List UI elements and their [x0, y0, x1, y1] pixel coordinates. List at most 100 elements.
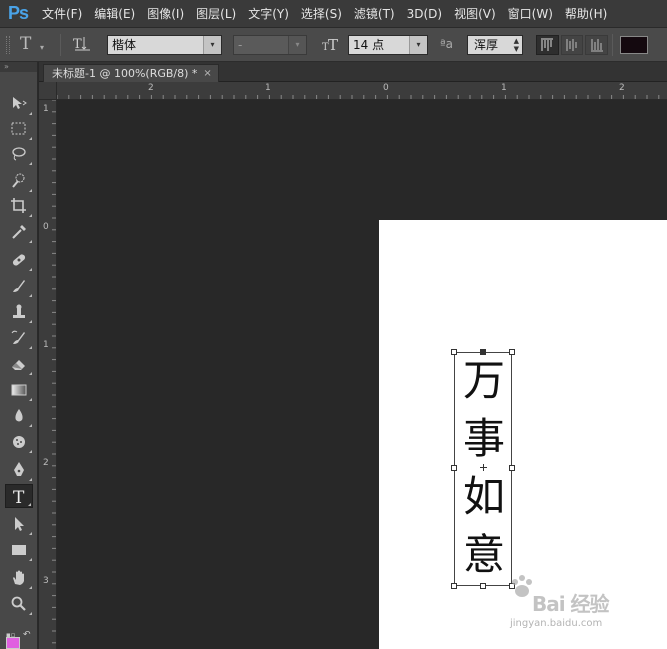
tools-panel: » T ▪▫ ↶ — [0, 62, 38, 649]
font-size-select[interactable]: 14 点 ▾ — [348, 35, 428, 55]
menu-item[interactable]: 选择(S) — [295, 0, 348, 28]
dodge-tool[interactable] — [5, 430, 33, 454]
move-icon — [13, 97, 27, 109]
blur-icon — [15, 409, 23, 422]
menu-item[interactable]: 文字(Y) — [242, 0, 295, 28]
align-bottom-button[interactable] — [585, 35, 609, 55]
transform-handle[interactable] — [451, 465, 457, 471]
horizontal-ruler[interactable]: 2 1 0 1 2 — [57, 82, 667, 100]
menu-item[interactable]: 图层(L) — [190, 0, 242, 28]
font-family-value: 楷体 — [112, 38, 137, 52]
align-top-button[interactable] — [536, 35, 559, 55]
options-grip[interactable] — [6, 36, 10, 54]
healing-tool[interactable] — [5, 248, 33, 272]
rectangle-icon — [12, 545, 26, 555]
chevron-down-icon[interactable]: ▾ — [409, 36, 427, 54]
hand-tool[interactable] — [5, 566, 33, 590]
center-point-icon — [480, 464, 487, 471]
ruler-label: 2 — [43, 458, 49, 468]
align-top-icon — [541, 38, 554, 51]
zoom-tool[interactable] — [5, 592, 33, 616]
crop-icon — [11, 198, 26, 213]
font-style-value: - — [238, 38, 243, 52]
chevron-down-icon[interactable]: ▾ — [288, 36, 306, 54]
move-tool[interactable] — [5, 92, 33, 116]
photoshop-logo: Ps — [7, 3, 29, 23]
text-color-swatch[interactable] — [620, 36, 648, 54]
path-select-tool[interactable] — [5, 512, 33, 536]
align-center-button[interactable] — [560, 35, 584, 55]
close-icon[interactable]: × — [203, 65, 211, 82]
blur-tool[interactable] — [5, 404, 33, 428]
transform-handle[interactable] — [480, 349, 486, 355]
eyedropper-icon — [12, 225, 26, 239]
stamp-tool[interactable] — [5, 300, 33, 324]
align-center-icon — [566, 39, 577, 51]
antialias-icon: ªa — [440, 37, 454, 51]
brush-icon — [13, 280, 25, 292]
svg-text:T: T — [13, 488, 25, 505]
menu-item[interactable]: 3D(D) — [401, 0, 448, 28]
antialias-select[interactable]: 浑厚 ▲ ▼ — [467, 35, 523, 55]
ruler-label: 1 — [43, 104, 49, 114]
brush-tool[interactable] — [5, 274, 33, 298]
font-style-select[interactable]: - ▾ — [233, 35, 307, 55]
menu-item[interactable]: 文件(F) — [36, 0, 88, 28]
transform-handle[interactable] — [509, 465, 515, 471]
gradient-icon — [11, 384, 27, 396]
font-family-select[interactable]: 楷体 ▾ — [107, 35, 222, 55]
eraser-tool[interactable] — [5, 352, 33, 376]
menu-item[interactable]: 滤镜(T) — [348, 0, 401, 28]
foreground-color[interactable] — [6, 637, 20, 649]
pen-tool[interactable] — [5, 458, 33, 482]
ruler-label: 0 — [43, 222, 49, 232]
lasso-tool[interactable] — [5, 142, 33, 166]
transform-handle[interactable] — [451, 349, 457, 355]
type-tool[interactable]: T — [5, 484, 33, 508]
transform-handle[interactable] — [480, 583, 486, 589]
history-brush-icon — [11, 330, 25, 344]
preset-caret-icon[interactable]: ▾ — [40, 43, 44, 52]
type-tool-preset-icon[interactable]: T — [20, 34, 31, 54]
menu-item[interactable]: 编辑(E) — [88, 0, 141, 28]
pen-icon — [14, 462, 24, 476]
menu-item[interactable]: 图像(I) — [141, 0, 190, 28]
separator — [60, 34, 61, 56]
ruler-label: 3 — [43, 576, 49, 586]
lasso-icon — [12, 147, 26, 161]
marquee-tool[interactable] — [5, 117, 33, 141]
transform-handle[interactable] — [509, 349, 515, 355]
quick-select-tool[interactable] — [5, 169, 33, 193]
sponge-icon — [13, 436, 25, 448]
menu-item[interactable]: 窗口(W) — [502, 0, 559, 28]
swap-colors-icon[interactable]: ↶ — [23, 630, 31, 640]
chevron-down-icon[interactable]: ▾ — [203, 36, 221, 54]
crop-tool[interactable] — [5, 194, 33, 218]
eyedropper-tool[interactable] — [5, 220, 33, 244]
history-brush-tool[interactable] — [5, 326, 33, 350]
menu-item[interactable]: 帮助(H) — [559, 0, 613, 28]
ruler-label: 1 — [43, 340, 49, 350]
document-tab[interactable]: 未标题-1 @ 100%(RGB/8) * × — [43, 64, 219, 82]
vertical-ruler[interactable]: 1 0 1 2 3 — [39, 100, 57, 649]
stamp-icon — [13, 304, 25, 318]
font-size-value: 14 点 — [353, 38, 385, 52]
gradient-tool[interactable] — [5, 378, 33, 402]
text-align-group — [536, 35, 610, 55]
font-size-icon: T T — [322, 35, 340, 57]
bandage-icon — [12, 254, 26, 266]
transform-handle[interactable] — [451, 583, 457, 589]
baidu-watermark: Bai 经验 jingyan.baidu.com — [510, 570, 660, 640]
color-swatches: ▪▫ ↶ — [4, 630, 36, 649]
align-bottom-icon — [590, 39, 603, 52]
watermark-text: Bai 经验 — [532, 592, 610, 616]
text-orientation-icon[interactable]: T — [72, 34, 92, 56]
ruler-label: 2 — [148, 83, 154, 93]
panel-collapse-icon[interactable]: » — [0, 62, 37, 72]
shape-tool[interactable] — [5, 538, 33, 562]
menu-item[interactable]: 视图(V) — [448, 0, 502, 28]
updown-icon[interactable]: ▲ ▼ — [514, 37, 519, 53]
svg-text:T: T — [328, 36, 338, 53]
ruler-origin[interactable] — [39, 82, 57, 100]
ruler-label: 0 — [383, 83, 389, 93]
